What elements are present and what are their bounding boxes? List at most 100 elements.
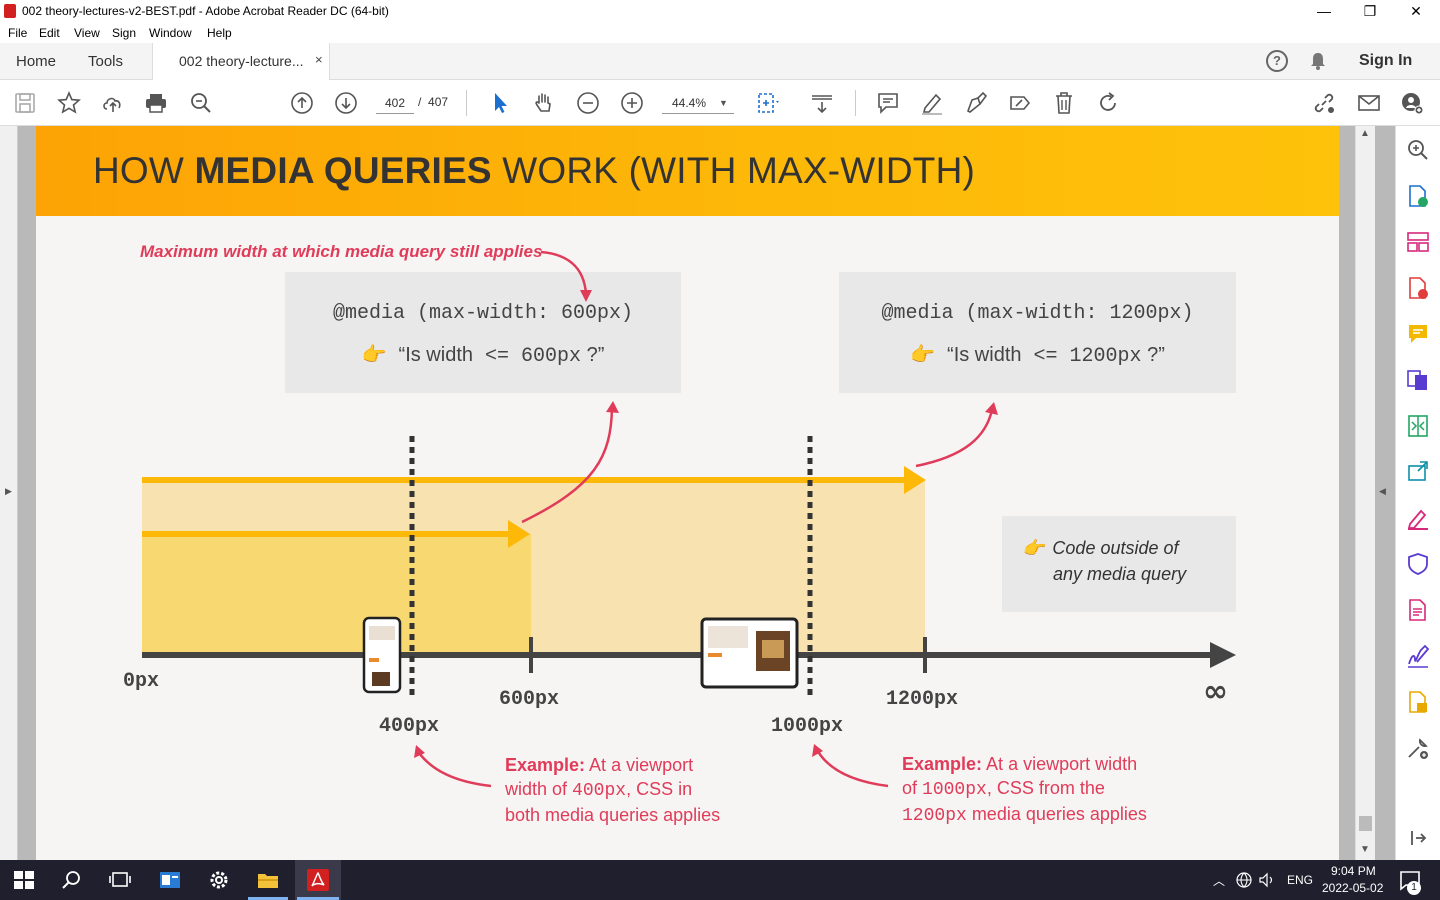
- zoom-level-select[interactable]: 44.4% ▼: [662, 92, 734, 114]
- upload-cloud-icon[interactable]: [101, 91, 125, 115]
- pdf-page: HOW MEDIA QUERIES WORK (WITH MAX-WIDTH) …: [36, 126, 1339, 860]
- left-panel-toggle[interactable]: ▶: [0, 126, 18, 860]
- minimize-button[interactable]: —: [1301, 0, 1347, 23]
- edit-pdf-icon[interactable]: [1406, 598, 1430, 622]
- red-arrow-example2: [814, 747, 889, 788]
- organize-pages-icon[interactable]: [1406, 230, 1430, 254]
- bookmark-star-icon[interactable]: [57, 90, 81, 115]
- search-zoom-icon[interactable]: [1406, 138, 1430, 162]
- fill-and-sign-icon[interactable]: [1406, 506, 1430, 530]
- menu-sign[interactable]: Sign: [112, 26, 136, 40]
- tray-chevron-up-icon[interactable]: ︿: [1213, 872, 1225, 889]
- axis-label-400px: 400px: [379, 715, 440, 738]
- language-indicator[interactable]: ENG: [1287, 873, 1313, 887]
- axis-arrow-head: [1210, 642, 1236, 668]
- collapse-panel-icon[interactable]: [1406, 826, 1430, 850]
- print-icon[interactable]: [144, 91, 168, 115]
- axis-label-1000px: 1000px: [771, 715, 844, 738]
- export-pdf-icon[interactable]: [1406, 184, 1430, 208]
- task-view-icon[interactable]: [108, 868, 132, 892]
- zoom-out-icon[interactable]: [576, 91, 600, 115]
- scan-ocr-icon[interactable]: [1406, 690, 1430, 714]
- hand-tool-icon[interactable]: [532, 91, 556, 115]
- save-icon[interactable]: [13, 91, 37, 115]
- red-arrow-top: [540, 250, 588, 295]
- sign-in-button[interactable]: Sign In: [1359, 52, 1412, 70]
- toolbar: 402 / 407 44.4% ▼: [0, 80, 1440, 126]
- more-tools-icon[interactable]: [1406, 736, 1430, 760]
- page-down-icon[interactable]: [334, 91, 358, 115]
- email-icon[interactable]: [1357, 91, 1381, 115]
- page-number-input[interactable]: 402: [376, 92, 414, 114]
- scroll-down-icon[interactable]: ▼: [1360, 844, 1370, 855]
- red-arrow-1200: [915, 409, 994, 468]
- comment-panel-icon[interactable]: [1406, 322, 1430, 346]
- acrobat-reader-icon[interactable]: [306, 868, 330, 892]
- volume-icon[interactable]: [1259, 872, 1275, 888]
- scroll-up-icon[interactable]: ▲: [1360, 128, 1370, 139]
- highlight-pen-icon[interactable]: [920, 91, 944, 115]
- comment-icon[interactable]: [876, 91, 900, 115]
- tab-document[interactable]: 002 theory-lecture... ×: [152, 43, 330, 81]
- menu-help[interactable]: Help: [207, 26, 232, 40]
- close-window-button[interactable]: ✕: [1393, 0, 1439, 23]
- title-bar: 002 theory-lectures-v2-BEST.pdf - Adobe …: [0, 0, 1440, 23]
- notification-count-badge: 1: [1407, 881, 1421, 895]
- acrobat-app-icon: [4, 4, 16, 18]
- menu-window[interactable]: Window: [149, 26, 192, 40]
- axis-label-0px: 0px: [123, 670, 160, 693]
- menu-bar: File Edit View Sign Window Help: [0, 23, 1440, 43]
- vertical-scrollbar[interactable]: ▲ ▼: [1355, 126, 1375, 860]
- clock-date[interactable]: 2022-05-02: [1322, 881, 1383, 895]
- file-explorer-icon[interactable]: [256, 868, 280, 892]
- bell-icon[interactable]: [1310, 52, 1326, 70]
- tab-bar: Home Tools 002 theory-lecture... × ? Sig…: [0, 43, 1440, 81]
- outlook-icon[interactable]: [158, 868, 182, 892]
- region-600: [142, 534, 531, 655]
- media-query-diagram: [142, 250, 1236, 788]
- combine-files-icon[interactable]: [1406, 368, 1430, 392]
- red-arrow-example1: [415, 749, 492, 788]
- protect-shield-icon[interactable]: [1406, 552, 1430, 576]
- clock-time[interactable]: 9:04 PM: [1331, 864, 1376, 878]
- windows-taskbar: ︿ ENG 9:04 PM 2022-05-02 1: [0, 860, 1440, 900]
- create-pdf-icon[interactable]: [1406, 276, 1430, 300]
- menu-view[interactable]: View: [74, 26, 100, 40]
- delete-trash-icon[interactable]: [1052, 91, 1076, 115]
- request-signature-icon[interactable]: [1406, 644, 1430, 668]
- close-tab-icon[interactable]: ×: [315, 52, 323, 67]
- search-icon[interactable]: [60, 868, 84, 892]
- zoom-in-icon[interactable]: [620, 91, 644, 115]
- expand-left-icon[interactable]: ▶: [5, 486, 12, 497]
- page-up-icon[interactable]: [290, 91, 314, 115]
- axis-label-infinity: ∞: [1203, 674, 1228, 709]
- collapse-right-panel-icon[interactable]: ◀: [1379, 486, 1386, 497]
- sign-pen-icon[interactable]: [964, 91, 988, 115]
- scrollbar-thumb[interactable]: [1359, 816, 1372, 831]
- tab-document-label: 002 theory-lecture...: [179, 53, 304, 69]
- tab-home[interactable]: Home: [16, 43, 56, 80]
- chevron-down-icon: ▼: [719, 98, 728, 108]
- send-for-review-icon[interactable]: [1406, 460, 1430, 484]
- rotate-icon[interactable]: [1096, 91, 1120, 115]
- windows-start-icon[interactable]: [12, 868, 36, 892]
- tab-tools[interactable]: Tools: [88, 43, 123, 80]
- menu-edit[interactable]: Edit: [39, 26, 60, 40]
- right-tools-panel: [1395, 126, 1440, 860]
- zoom-find-icon[interactable]: [189, 91, 213, 115]
- restore-button[interactable]: ❐: [1347, 0, 1393, 23]
- scroll-mode-icon[interactable]: [810, 91, 834, 115]
- toolbar-divider: [466, 90, 467, 116]
- share-link-icon[interactable]: [1312, 91, 1336, 115]
- fill-sign-icon[interactable]: [1008, 91, 1032, 115]
- select-cursor-icon[interactable]: [489, 91, 513, 115]
- example-1000-text: Example: At a viewport width of 1000px, …: [902, 754, 1147, 826]
- compress-pdf-icon[interactable]: [1406, 414, 1430, 438]
- network-globe-icon[interactable]: [1236, 872, 1252, 888]
- menu-file[interactable]: File: [8, 26, 27, 40]
- add-user-icon[interactable]: [1400, 91, 1424, 115]
- settings-gear-icon[interactable]: [207, 868, 231, 892]
- axis-label-600px: 600px: [499, 688, 560, 711]
- help-icon[interactable]: ?: [1266, 50, 1288, 72]
- fit-page-icon[interactable]: [756, 91, 780, 115]
